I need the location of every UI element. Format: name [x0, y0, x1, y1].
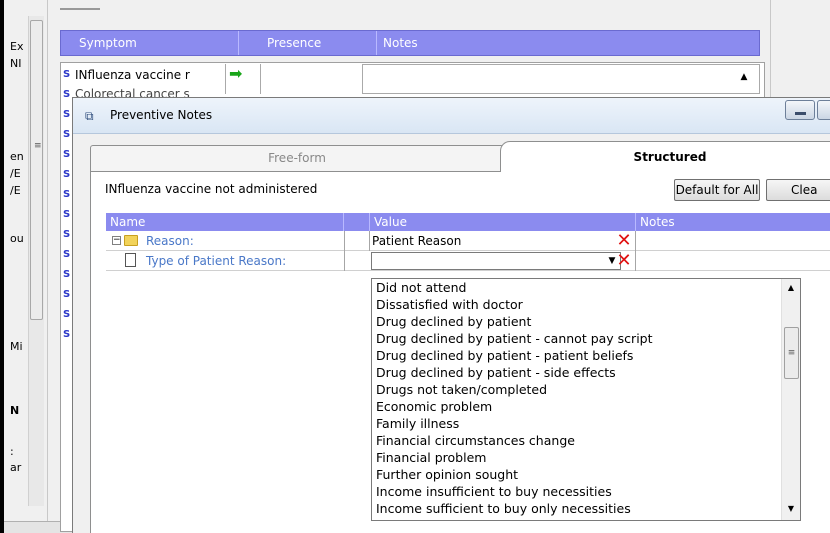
column-divider — [344, 251, 345, 271]
maximize-button[interactable] — [817, 100, 830, 120]
reason-label[interactable]: Reason: — [146, 231, 346, 251]
folder-icon — [124, 235, 138, 246]
window-border — [0, 0, 4, 533]
dropdown-option[interactable]: Income sufficient to buy only necessitie… — [372, 500, 782, 517]
minimize-button[interactable] — [785, 100, 815, 120]
column-divider — [344, 231, 345, 251]
tab-free-form[interactable]: Free-form — [90, 145, 504, 171]
s-icon: S — [63, 289, 71, 300]
dialog-margin — [73, 134, 90, 533]
scroll-up-arrow-icon[interactable]: ▲ — [785, 283, 797, 293]
s-icon: S — [63, 109, 71, 120]
dropdown-option[interactable]: Drugs not taken/completed — [372, 381, 782, 398]
subject-label: INfluenza vaccine not administered — [105, 182, 318, 196]
preventive-notes-dialog: ⧉ Preventive Notes Free-form Structured … — [72, 97, 830, 533]
column-header-spacer — [344, 213, 370, 231]
minimize-icon — [795, 112, 806, 115]
tab-structured[interactable]: Structured — [500, 141, 830, 172]
column-header-name[interactable]: Name — [106, 213, 344, 231]
s-icon: S — [63, 129, 71, 140]
scroll-up-arrow-icon[interactable]: ▲ — [735, 68, 753, 86]
dropdown-option[interactable]: Financial circumstances change — [372, 432, 782, 449]
document-icon — [125, 253, 136, 267]
s-icon: S — [63, 69, 71, 80]
dropdown-option[interactable]: Economic problem — [372, 398, 782, 415]
window-controls — [785, 100, 830, 120]
type-of-patient-reason-label[interactable]: Type of Patient Reason: — [146, 251, 346, 271]
column-header-presence[interactable]: Presence — [261, 31, 377, 55]
symptom-grid-header: Symptom Presence Notes — [60, 30, 760, 56]
s-icon: S — [63, 329, 71, 340]
symptom-row-label[interactable]: INfluenza vaccine r — [75, 66, 223, 84]
dropdown-scrollbar[interactable]: ▲ ≡ ▼ — [781, 279, 800, 520]
column-header-symptom[interactable]: Symptom — [73, 31, 239, 55]
structured-grid-header: Name Value Notes — [106, 213, 830, 231]
reason-value[interactable]: Patient Reason — [372, 231, 612, 251]
dropdown-option[interactable]: Financial problem — [372, 449, 782, 466]
left-scrollbar[interactable]: ≡ — [28, 16, 44, 506]
type-of-patient-reason-combobox[interactable]: ▼ — [371, 252, 621, 270]
dropdown-options: Did not attend Dissatisfied with doctor … — [372, 279, 782, 522]
reason-dropdown-list[interactable]: Did not attend Dissatisfied with doctor … — [371, 278, 801, 521]
dropdown-option[interactable]: Drug declined by patient - side effects — [372, 364, 782, 381]
left-scrollbar-thumb[interactable]: ≡ — [30, 20, 43, 320]
s-icon: S — [63, 249, 71, 260]
column-divider — [369, 231, 370, 251]
clear-button[interactable]: Clea — [766, 179, 830, 201]
window-icon: ⧉ — [85, 109, 94, 123]
column-divider — [635, 231, 636, 251]
default-for-all-button[interactable]: Default for All — [674, 179, 760, 201]
s-icon: S — [63, 209, 71, 220]
column-divider — [260, 64, 261, 94]
column-header-value[interactable]: Value — [370, 213, 636, 231]
dropdown-option[interactable]: Family illness — [372, 415, 782, 432]
s-icon: S — [63, 169, 71, 180]
dropdown-option[interactable]: Did not attend — [372, 279, 782, 296]
s-icon: S — [63, 149, 71, 160]
green-arrow-icon[interactable]: ➡ — [229, 66, 259, 84]
grid-row-type-of-patient-reason[interactable]: Type of Patient Reason: ▼ ✕ — [106, 251, 830, 271]
column-header-notes[interactable]: Notes — [636, 213, 830, 231]
dropdown-option[interactable]: Income insufficient to buy necessities — [372, 483, 782, 500]
column-header-notes[interactable]: Notes — [377, 31, 759, 55]
s-icon: S — [63, 89, 71, 100]
dialog-title: Preventive Notes — [110, 108, 213, 122]
s-icon: S — [63, 189, 71, 200]
dropdown-option[interactable]: Dissatisfied with doctor — [372, 296, 782, 313]
delete-x-icon[interactable]: ✕ — [616, 232, 632, 250]
column-divider — [225, 64, 226, 94]
scroll-down-arrow-icon[interactable]: ▼ — [785, 504, 797, 514]
s-icon: S — [63, 229, 71, 240]
grid-row-reason[interactable]: − Reason: Patient Reason ✕ — [106, 231, 830, 251]
notes-textbox[interactable] — [362, 64, 760, 94]
s-icon: S — [63, 269, 71, 280]
dialog-titlebar[interactable]: ⧉ Preventive Notes — [73, 98, 830, 134]
collapse-icon[interactable]: − — [112, 236, 121, 245]
background-divider — [60, 8, 100, 10]
dropdown-scrollbar-thumb[interactable]: ≡ — [784, 327, 799, 379]
background-right-area — [770, 0, 830, 100]
delete-x-icon[interactable]: ✕ — [616, 252, 632, 270]
dropdown-option[interactable]: Drug declined by patient - patient belie… — [372, 347, 782, 364]
dropdown-option[interactable]: Drug declined by patient - cannot pay sc… — [372, 330, 782, 347]
dropdown-option[interactable]: Further opinion sought — [372, 466, 782, 483]
column-divider — [635, 251, 636, 271]
dropdown-option[interactable]: Drug declined by patient — [372, 313, 782, 330]
s-icon: S — [63, 309, 71, 320]
